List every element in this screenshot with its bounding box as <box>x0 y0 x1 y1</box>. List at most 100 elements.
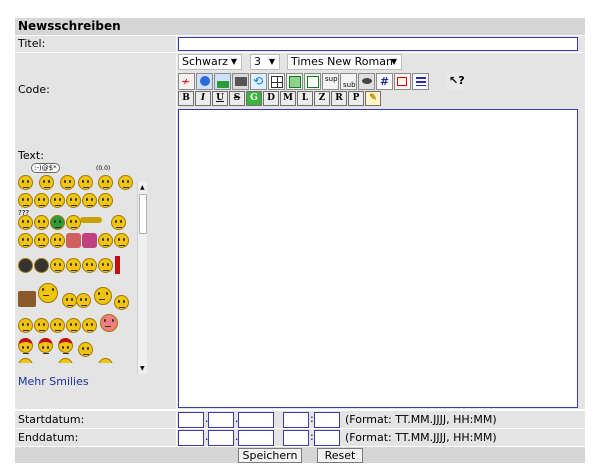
smiley-icon[interactable] <box>118 175 133 190</box>
start-year-field[interactable] <box>238 412 274 428</box>
smiley-icon[interactable] <box>78 175 93 190</box>
titel-input[interactable] <box>178 37 578 51</box>
smilies-scrollbar[interactable]: ▲ ▼ <box>137 182 147 374</box>
smiley-icon[interactable] <box>34 233 49 248</box>
santa-smiley-icon[interactable] <box>18 338 33 354</box>
smiley-icon[interactable] <box>34 215 49 230</box>
shadow-button[interactable]: D <box>263 91 279 106</box>
align-right-button[interactable]: P <box>348 91 364 106</box>
reset-button[interactable]: Reset <box>317 448 363 463</box>
image-icon[interactable] <box>214 73 231 90</box>
list-icon[interactable] <box>412 73 429 90</box>
hash-button[interactable]: # <box>376 73 393 90</box>
indent-icon[interactable] <box>394 73 411 90</box>
scroll-up-icon[interactable]: ▲ <box>140 184 145 191</box>
smiley-icon[interactable] <box>111 215 126 230</box>
smiley-icon[interactable] <box>94 287 112 305</box>
smiley-icon[interactable] <box>60 175 75 190</box>
size-select[interactable]: 3 ▼ <box>250 54 280 70</box>
start-day-field[interactable] <box>178 412 204 428</box>
refresh-icon[interactable]: ⟲ <box>250 73 267 90</box>
santa-smiley-icon[interactable] <box>58 338 73 354</box>
smiley-icon[interactable] <box>58 358 73 363</box>
smiley-icon[interactable] <box>66 215 81 230</box>
media-icon[interactable] <box>232 73 249 90</box>
end-year-field[interactable] <box>238 430 274 446</box>
italic-button[interactable]: I <box>195 91 211 106</box>
globe-icon[interactable] <box>196 73 213 90</box>
color-select[interactable]: Schwarz ▼ <box>178 54 242 70</box>
smiley-icon[interactable] <box>18 318 33 333</box>
end-month-field[interactable] <box>208 430 234 446</box>
smiley-icon[interactable] <box>18 258 33 273</box>
table-col-icon[interactable] <box>304 73 321 90</box>
start-month-field[interactable] <box>208 412 234 428</box>
enddatum-label: Enddatum: <box>15 429 176 446</box>
smiley-icon[interactable] <box>98 233 113 248</box>
marquee-button[interactable]: M <box>280 91 296 106</box>
titel-row <box>177 36 585 52</box>
smiley-icon[interactable] <box>114 295 129 310</box>
eye-icon[interactable] <box>358 73 375 90</box>
table-row-icon[interactable] <box>286 73 303 90</box>
smiley-icon[interactable] <box>50 233 65 248</box>
smiley-icon[interactable] <box>18 175 33 190</box>
pen-icon[interactable]: ✎ <box>365 91 381 106</box>
smiley-icon[interactable] <box>18 215 33 230</box>
save-button[interactable]: Speichern <box>238 448 302 463</box>
smiley-icon[interactable] <box>82 258 97 273</box>
smiley-icon[interactable] <box>34 258 49 273</box>
table-icon[interactable] <box>268 73 285 90</box>
smiley-icon[interactable] <box>66 258 81 273</box>
smiley-icon[interactable] <box>114 233 129 248</box>
end-hour-field[interactable] <box>283 430 309 446</box>
smiley-icon[interactable] <box>98 258 113 273</box>
bold-button[interactable]: B <box>178 91 194 106</box>
end-day-field[interactable] <box>178 430 204 446</box>
glow-button[interactable]: G <box>246 91 262 106</box>
smiley-icon[interactable] <box>78 342 93 357</box>
align-justify-button[interactable]: R <box>331 91 347 106</box>
align-left-button[interactable]: L <box>297 91 313 106</box>
smiley-icon[interactable] <box>39 175 54 190</box>
smiley-icon[interactable] <box>62 293 77 308</box>
smiley-icon[interactable] <box>18 358 33 363</box>
smiley-icon[interactable] <box>34 318 49 333</box>
chevron-down-icon: ▼ <box>390 57 397 66</box>
scroll-thumb[interactable] <box>139 194 147 234</box>
font-select[interactable]: Times New Roman ▼ <box>287 54 402 70</box>
subscript-button[interactable]: sub <box>340 73 357 90</box>
text-textarea[interactable] <box>178 109 578 408</box>
strike-button[interactable]: S <box>229 91 245 106</box>
smiley-icon[interactable] <box>100 314 118 332</box>
smiley-icon[interactable] <box>66 193 81 208</box>
enddatum-row: . . : (Format: TT.MM.JJJJ, HH:MM) <box>177 429 585 446</box>
smiley-icon[interactable] <box>98 358 113 363</box>
smiley-icon[interactable] <box>98 175 113 190</box>
smiley-icon[interactable] <box>18 193 33 208</box>
smiley-icon[interactable] <box>50 215 65 230</box>
smilies-panel: :-)@$* (0.0) ??? <box>18 163 136 363</box>
end-minute-field[interactable] <box>314 430 340 446</box>
santa-smiley-icon[interactable] <box>38 338 53 354</box>
smiley-icon[interactable] <box>76 293 91 308</box>
smiley-icon[interactable] <box>38 283 58 303</box>
help-icon[interactable]: ↖? <box>447 73 465 90</box>
start-hour-field[interactable] <box>283 412 309 428</box>
smiley-icon[interactable] <box>66 318 81 333</box>
more-smilies-link[interactable]: Mehr Smilies <box>18 375 89 388</box>
flash-icon[interactable]: ≁ <box>178 73 195 90</box>
smiley-icon[interactable] <box>82 318 97 333</box>
align-center-button[interactable]: Z <box>314 91 330 106</box>
smiley-icon[interactable] <box>82 193 97 208</box>
smiley-icon[interactable] <box>34 193 49 208</box>
smiley-icon[interactable] <box>50 318 65 333</box>
smiley-icon[interactable] <box>98 193 113 208</box>
start-minute-field[interactable] <box>314 412 340 428</box>
smiley-icon[interactable] <box>18 233 33 248</box>
underline-button[interactable]: U <box>212 91 228 106</box>
smiley-icon[interactable] <box>50 193 65 208</box>
scroll-down-icon[interactable]: ▼ <box>140 365 145 372</box>
smiley-icon[interactable] <box>50 258 65 273</box>
superscript-button[interactable]: sup <box>322 73 339 90</box>
